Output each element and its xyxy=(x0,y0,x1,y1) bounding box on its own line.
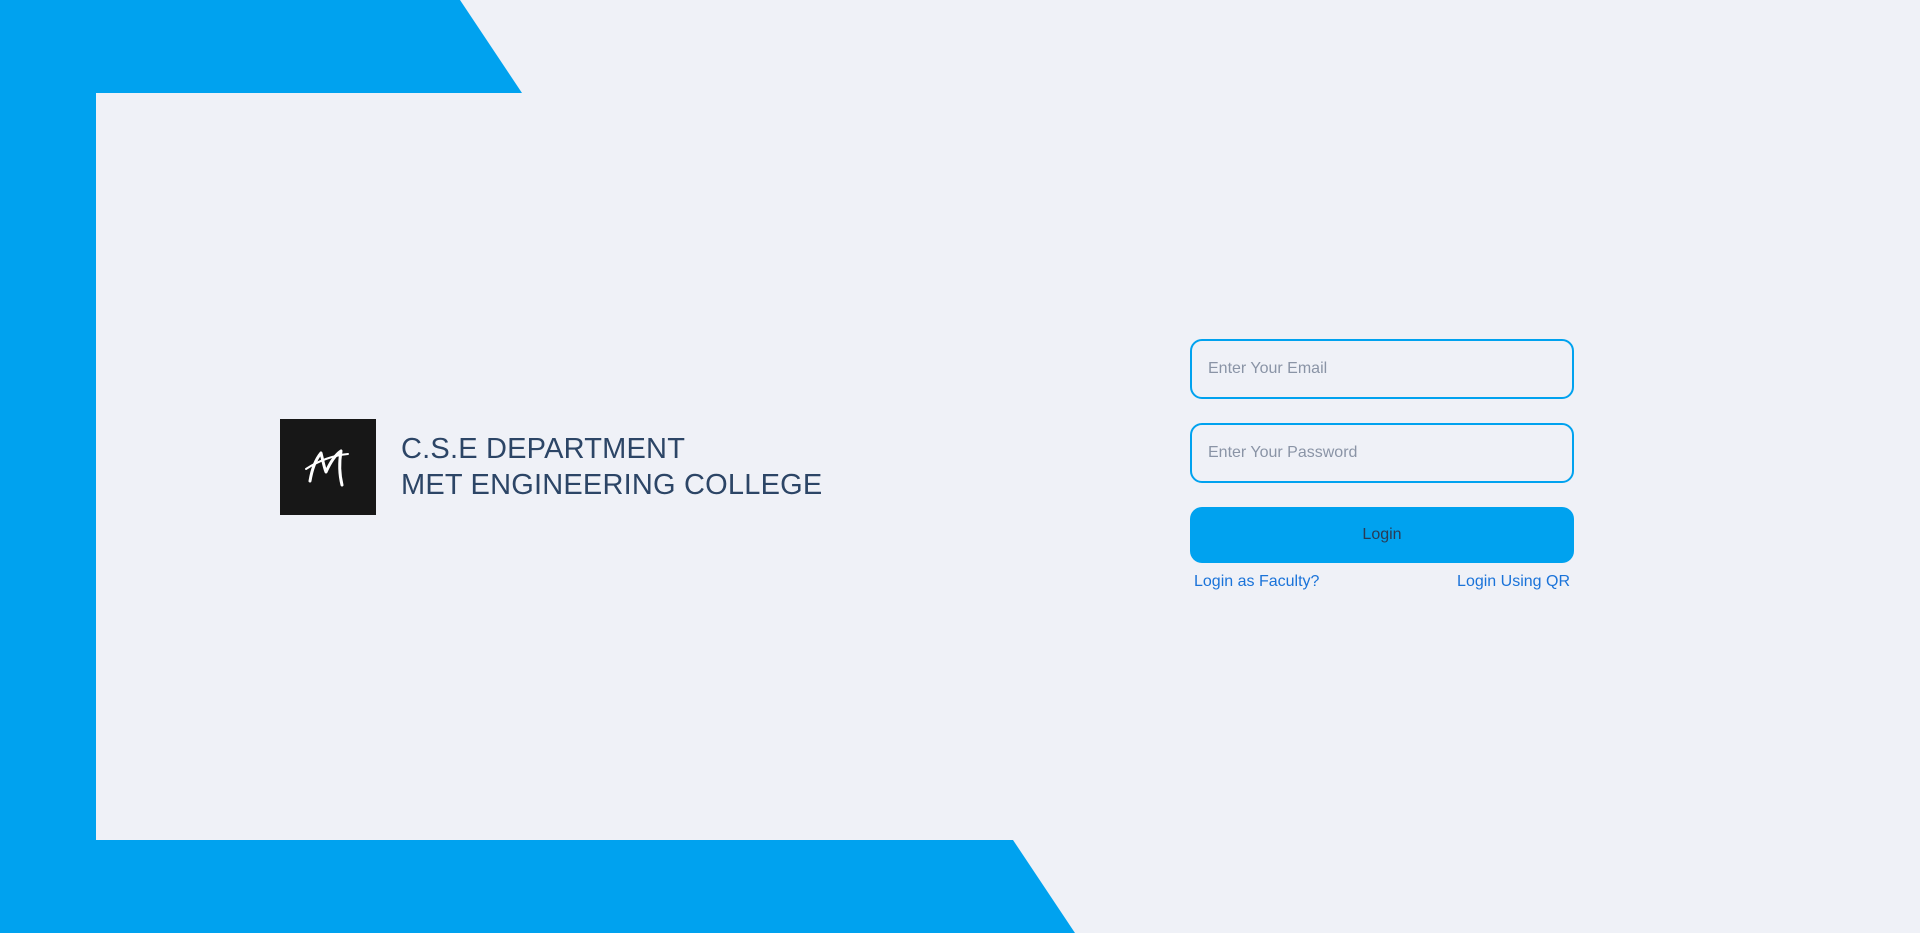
login-form: Login Login as Faculty? Login Using QR xyxy=(1190,339,1574,591)
login-page: C.S.E DEPARTMENT MET ENGINEERING COLLEGE… xyxy=(0,0,1920,933)
login-as-faculty-link[interactable]: Login as Faculty? xyxy=(1194,573,1319,591)
email-input[interactable] xyxy=(1190,339,1574,399)
college-logo xyxy=(280,419,376,515)
college-name: MET ENGINEERING COLLEGE xyxy=(401,469,823,501)
login-options: Login as Faculty? Login Using QR xyxy=(1190,573,1574,591)
login-button[interactable]: Login xyxy=(1190,507,1574,563)
login-using-qr-link[interactable]: Login Using QR xyxy=(1457,573,1570,591)
password-input[interactable] xyxy=(1190,423,1574,483)
college-monogram-icon xyxy=(305,449,349,487)
brand-title: C.S.E DEPARTMENT MET ENGINEERING COLLEGE xyxy=(401,431,822,503)
department-name: C.S.E DEPARTMENT xyxy=(401,433,686,465)
brand-block: C.S.E DEPARTMENT MET ENGINEERING COLLEGE xyxy=(280,419,822,515)
